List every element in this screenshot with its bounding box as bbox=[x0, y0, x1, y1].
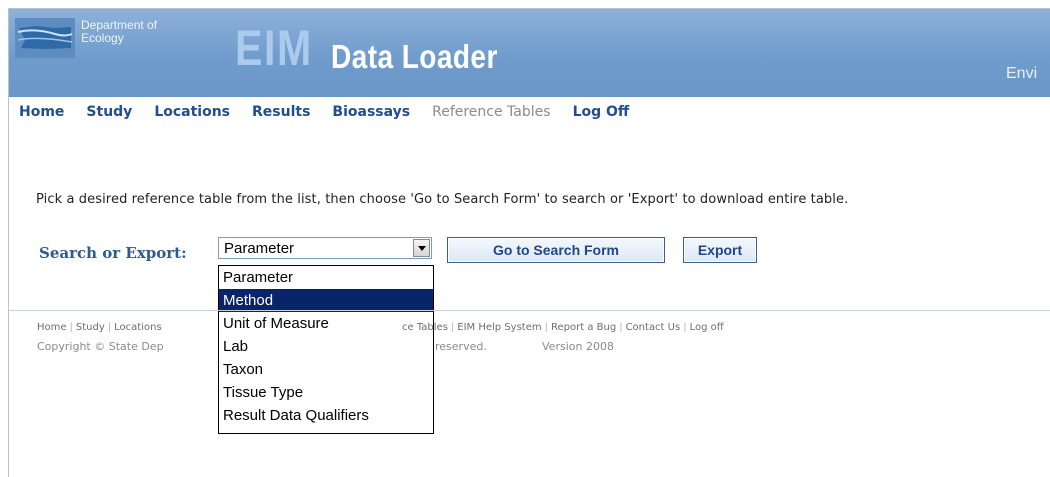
footer-link-report-bug[interactable]: Report a Bug bbox=[551, 322, 616, 333]
footer-link-locations[interactable]: Locations bbox=[114, 322, 162, 333]
rights-text: reserved. bbox=[435, 340, 487, 353]
footer-links-right: ce Tables | EIM Help System | Report a Bug | C… bbox=[402, 322, 724, 333]
header-banner: Department of Ecology EIM Data Loader En… bbox=[9, 9, 1050, 97]
footer-link-help[interactable]: EIM Help System bbox=[457, 322, 541, 333]
copyright-text: Copyright © State Dep bbox=[37, 340, 164, 353]
footer-link-contact[interactable]: Contact Us bbox=[626, 322, 681, 333]
dropdown-option-result-data-qualifiers[interactable]: Result Data Qualifiers bbox=[219, 404, 433, 427]
app-title: Data Loader bbox=[331, 38, 498, 75]
version-text: Version 2008 bbox=[542, 340, 614, 353]
nav-study[interactable]: Study bbox=[86, 104, 132, 120]
dept-line-2: Ecology bbox=[81, 31, 124, 45]
go-to-search-form-button[interactable]: Go to Search Form bbox=[447, 237, 665, 263]
search-export-label: Search or Export: bbox=[39, 244, 187, 262]
nav-log-off[interactable]: Log Off bbox=[573, 104, 630, 120]
header-right-text: Envi bbox=[1006, 65, 1038, 82]
nav-home[interactable]: Home bbox=[19, 104, 64, 120]
app-window: Department of Ecology EIM Data Loader En… bbox=[8, 8, 1050, 477]
dropdown-option-taxon[interactable]: Taxon bbox=[219, 358, 433, 381]
nav-bioassays[interactable]: Bioassays bbox=[332, 104, 410, 120]
footer-divider bbox=[9, 310, 1050, 311]
reference-table-select[interactable]: Parameter bbox=[218, 237, 432, 259]
reference-table-dropdown: Parameter Method Unit of Measure Lab Tax… bbox=[218, 265, 434, 434]
chevron-down-icon[interactable] bbox=[413, 239, 430, 257]
footer-link-home[interactable]: Home bbox=[37, 322, 67, 333]
select-current-value: Parameter bbox=[224, 240, 295, 257]
dropdown-option-tissue-type[interactable]: Tissue Type bbox=[219, 381, 433, 404]
ecology-logo bbox=[15, 18, 75, 58]
department-name: Department of Ecology bbox=[81, 19, 157, 45]
export-button[interactable]: Export bbox=[683, 237, 757, 263]
footer-link-log-off[interactable]: Log off bbox=[690, 322, 724, 333]
dropdown-option-lab[interactable]: Lab bbox=[219, 335, 433, 358]
dropdown-option-method[interactable]: Method bbox=[219, 289, 433, 312]
nav-results[interactable]: Results bbox=[252, 104, 310, 120]
footer-link-reference-tables[interactable]: ce Tables bbox=[402, 322, 448, 333]
dropdown-option-unit-of-measure[interactable]: Unit of Measure bbox=[219, 312, 433, 335]
nav-reference-tables: Reference Tables bbox=[432, 104, 551, 120]
eim-wordmark: EIM bbox=[235, 20, 313, 76]
footer-links: Home | Study | Locations bbox=[37, 322, 162, 333]
instructions-text: Pick a desired reference table from the … bbox=[36, 192, 849, 207]
nav-locations[interactable]: Locations bbox=[154, 104, 230, 120]
main-nav: Home Study Locations Results Bioassays R… bbox=[19, 104, 651, 120]
footer-link-study[interactable]: Study bbox=[76, 322, 105, 333]
dropdown-option-parameter[interactable]: Parameter bbox=[219, 266, 433, 289]
